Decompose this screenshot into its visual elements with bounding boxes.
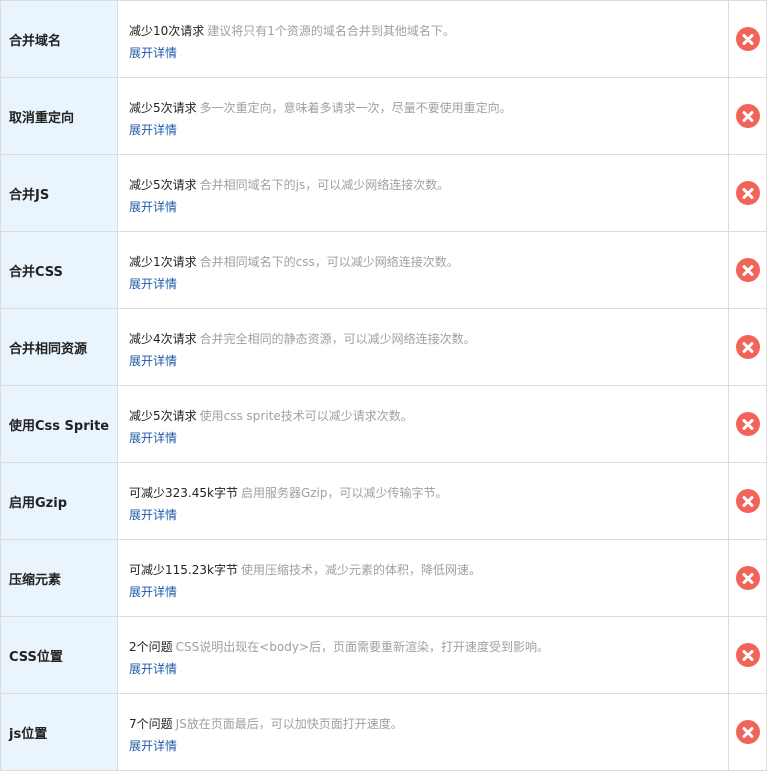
rule-row: 使用Css Sprite 减少5次请求 使用css sprite技术可以减少请求次… bbox=[0, 386, 767, 463]
rule-status bbox=[729, 540, 767, 616]
expand-details-link[interactable]: 展开详情 bbox=[129, 507, 177, 524]
rule-name: 取消重定向 bbox=[0, 78, 118, 154]
rule-headline: 减少10次请求 bbox=[129, 24, 205, 38]
rule-hint: JS放在页面最后，可以加快页面打开速度。 bbox=[175, 717, 403, 731]
rule-row: 取消重定向 减少5次请求 多一次重定向，意味着多请求一次，尽量不要使用重定向。 展… bbox=[0, 78, 767, 155]
expand-details-link[interactable]: 展开详情 bbox=[129, 199, 177, 216]
fail-icon[interactable] bbox=[735, 181, 760, 205]
rule-description: 减少10次请求 建议将只有1个资源的域名合并到其他域名下。 展开详情 bbox=[118, 1, 729, 77]
rule-headline: 减少1次请求 bbox=[129, 255, 197, 269]
fail-icon[interactable] bbox=[735, 489, 760, 513]
rule-headline: 可减少323.45k字节 bbox=[129, 486, 238, 500]
rule-row: 合并CSS 减少1次请求 合并相同域名下的css，可以减少网络连接次数。 展开详情 bbox=[0, 232, 767, 309]
rule-headline: 减少4次请求 bbox=[129, 332, 197, 346]
expand-details-link[interactable]: 展开详情 bbox=[129, 430, 177, 447]
rule-headline: 减少5次请求 bbox=[129, 101, 197, 115]
rule-status bbox=[729, 386, 767, 462]
rule-description: 可减少115.23k字节 使用压缩技术，减少元素的体积，降低网速。 展开详情 bbox=[118, 540, 729, 616]
optimization-rules-table: 合并域名 减少10次请求 建议将只有1个资源的域名合并到其他域名下。 展开详情 取… bbox=[0, 0, 767, 771]
rule-row: 合并域名 减少10次请求 建议将只有1个资源的域名合并到其他域名下。 展开详情 bbox=[0, 1, 767, 78]
rule-row: 合并相同资源 减少4次请求 合并完全相同的静态资源，可以减少网络连接次数。 展开详… bbox=[0, 309, 767, 386]
rule-hint: CSS说明出现在<body>后，页面需要重新渲染，打开速度受到影响。 bbox=[175, 640, 550, 654]
expand-details-link[interactable]: 展开详情 bbox=[129, 353, 177, 370]
rule-description: 减少1次请求 合并相同域名下的css，可以减少网络连接次数。 展开详情 bbox=[118, 232, 729, 308]
rule-description: 减少5次请求 多一次重定向，意味着多请求一次，尽量不要使用重定向。 展开详情 bbox=[118, 78, 729, 154]
rule-name: js位置 bbox=[0, 694, 118, 770]
rule-description: 减少4次请求 合并完全相同的静态资源，可以减少网络连接次数。 展开详情 bbox=[118, 309, 729, 385]
rule-name: 使用Css Sprite bbox=[0, 386, 118, 462]
expand-details-link[interactable]: 展开详情 bbox=[129, 45, 177, 62]
rule-name: 合并CSS bbox=[0, 232, 118, 308]
expand-details-link[interactable]: 展开详情 bbox=[129, 661, 177, 678]
rule-description: 2个问题 CSS说明出现在<body>后，页面需要重新渲染，打开速度受到影响。 展… bbox=[118, 617, 729, 693]
fail-icon[interactable] bbox=[735, 27, 760, 51]
rule-hint: 使用css sprite技术可以减少请求次数。 bbox=[199, 409, 413, 423]
rule-row: 启用Gzip 可减少323.45k字节 启用服务器Gzip，可以减少传输字节。 展… bbox=[0, 463, 767, 540]
rule-status bbox=[729, 1, 767, 77]
rule-status bbox=[729, 155, 767, 231]
rule-name: 合并域名 bbox=[0, 1, 118, 77]
fail-icon[interactable] bbox=[735, 566, 760, 590]
rule-description: 7个问题 JS放在页面最后，可以加快页面打开速度。 展开详情 bbox=[118, 694, 729, 770]
rule-hint: 建议将只有1个资源的域名合并到其他域名下。 bbox=[207, 24, 455, 38]
fail-icon[interactable] bbox=[735, 643, 760, 667]
expand-details-link[interactable]: 展开详情 bbox=[129, 738, 177, 755]
rule-hint: 合并完全相同的静态资源，可以减少网络连接次数。 bbox=[199, 332, 476, 346]
rule-description: 减少5次请求 使用css sprite技术可以减少请求次数。 展开详情 bbox=[118, 386, 729, 462]
rule-name: 压缩元素 bbox=[0, 540, 118, 616]
rule-headline: 2个问题 bbox=[129, 640, 173, 654]
rule-row: js位置 7个问题 JS放在页面最后，可以加快页面打开速度。 展开详情 bbox=[0, 694, 767, 771]
rule-status bbox=[729, 463, 767, 539]
fail-icon[interactable] bbox=[735, 104, 760, 128]
rule-description: 减少5次请求 合并相同域名下的js，可以减少网络连接次数。 展开详情 bbox=[118, 155, 729, 231]
rule-headline: 7个问题 bbox=[129, 717, 173, 731]
fail-icon[interactable] bbox=[735, 412, 760, 436]
rule-headline: 减少5次请求 bbox=[129, 178, 197, 192]
rule-row: CSS位置 2个问题 CSS说明出现在<body>后，页面需要重新渲染，打开速度受… bbox=[0, 617, 767, 694]
rule-name: 启用Gzip bbox=[0, 463, 118, 539]
rule-status bbox=[729, 694, 767, 770]
expand-details-link[interactable]: 展开详情 bbox=[129, 276, 177, 293]
rule-name: 合并相同资源 bbox=[0, 309, 118, 385]
rule-headline: 可减少115.23k字节 bbox=[129, 563, 238, 577]
rule-status bbox=[729, 617, 767, 693]
rule-hint: 启用服务器Gzip，可以减少传输字节。 bbox=[240, 486, 448, 500]
rule-headline: 减少5次请求 bbox=[129, 409, 197, 423]
rule-status bbox=[729, 78, 767, 154]
fail-icon[interactable] bbox=[735, 720, 760, 744]
rule-hint: 合并相同域名下的css，可以减少网络连接次数。 bbox=[199, 255, 459, 269]
rule-hint: 合并相同域名下的js，可以减少网络连接次数。 bbox=[199, 178, 450, 192]
expand-details-link[interactable]: 展开详情 bbox=[129, 122, 177, 139]
rule-status bbox=[729, 232, 767, 308]
fail-icon[interactable] bbox=[735, 258, 760, 282]
expand-details-link[interactable]: 展开详情 bbox=[129, 584, 177, 601]
rule-hint: 使用压缩技术，减少元素的体积，降低网速。 bbox=[240, 563, 481, 577]
rule-description: 可减少323.45k字节 启用服务器Gzip，可以减少传输字节。 展开详情 bbox=[118, 463, 729, 539]
rule-status bbox=[729, 309, 767, 385]
rule-name: 合并JS bbox=[0, 155, 118, 231]
rule-row: 合并JS 减少5次请求 合并相同域名下的js，可以减少网络连接次数。 展开详情 bbox=[0, 155, 767, 232]
fail-icon[interactable] bbox=[735, 335, 760, 359]
rule-hint: 多一次重定向，意味着多请求一次，尽量不要使用重定向。 bbox=[199, 101, 512, 115]
rule-name: CSS位置 bbox=[0, 617, 118, 693]
rule-row: 压缩元素 可减少115.23k字节 使用压缩技术，减少元素的体积，降低网速。 展开… bbox=[0, 540, 767, 617]
